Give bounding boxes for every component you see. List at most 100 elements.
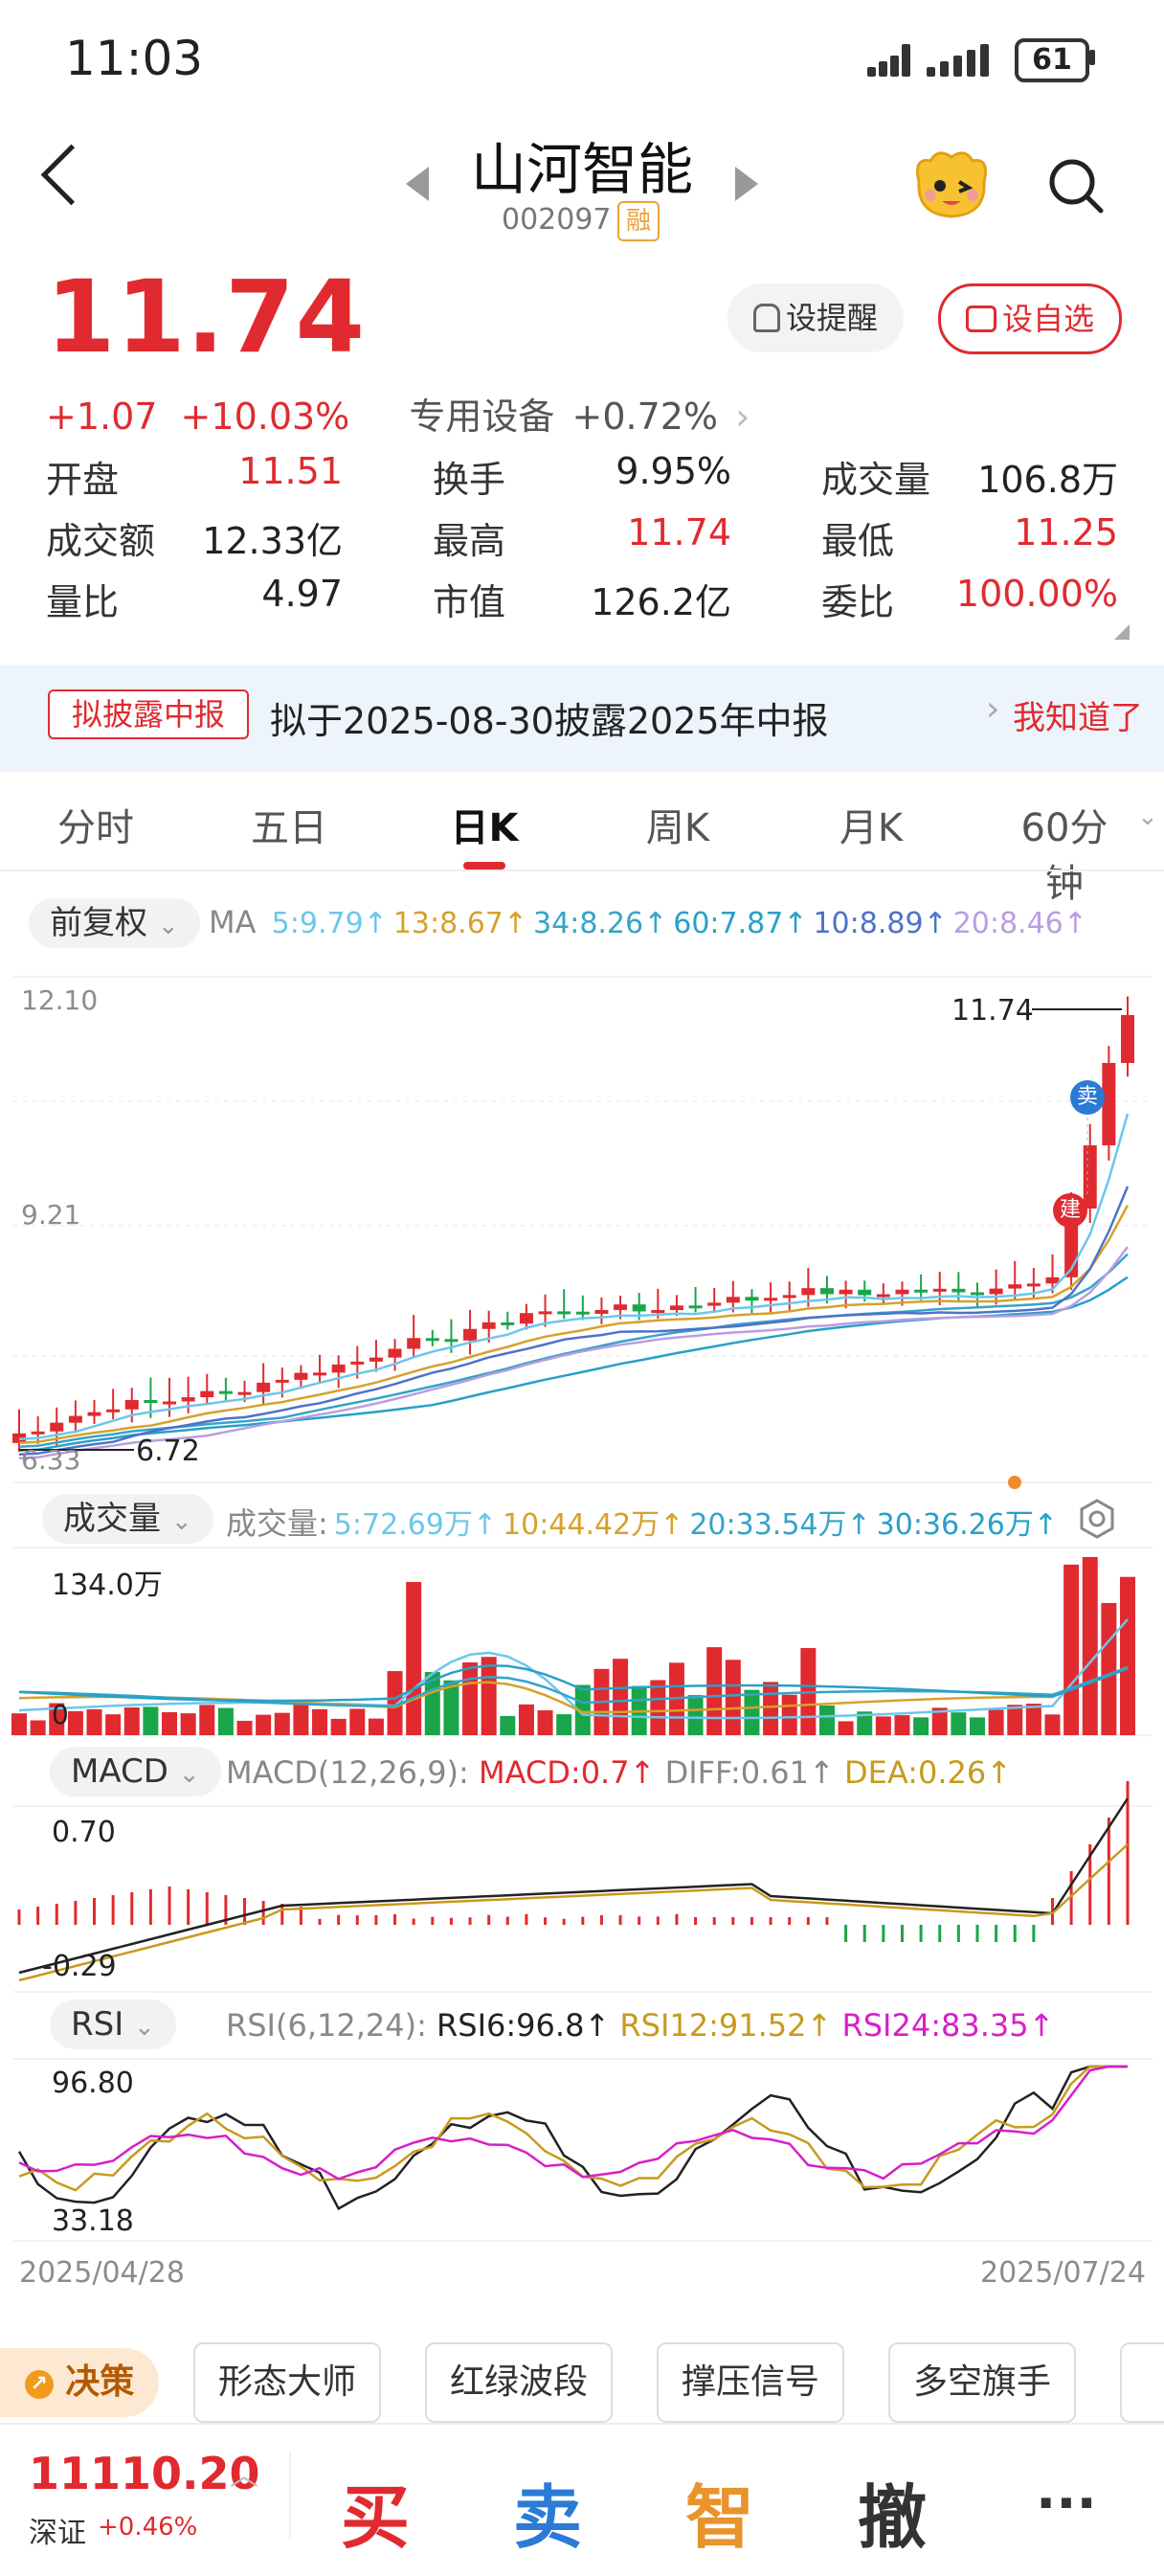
tab-1[interactable]: 五日 bbox=[232, 797, 347, 852]
volume-dropdown[interactable]: 成交量 ⌄ bbox=[42, 1494, 213, 1544]
buy-button[interactable]: 买 bbox=[341, 2461, 410, 2562]
sell-button[interactable]: 卖 bbox=[513, 2461, 582, 2562]
change-row[interactable]: +1.07 +10.03% 专用设备 +0.72% › bbox=[46, 387, 750, 440]
set-alert-label: 设提醒 bbox=[785, 300, 878, 336]
chevron-down-icon: ⌄ bbox=[170, 1507, 192, 1536]
stat-label: 最高 bbox=[433, 520, 506, 562]
tool-button[interactable]: 多空旗手 bbox=[888, 2342, 1076, 2423]
build-marker[interactable]: 建 bbox=[1053, 1193, 1087, 1228]
volume-bar bbox=[406, 1582, 422, 1735]
smart-button[interactable]: 智 bbox=[685, 2461, 754, 2562]
volume-ma-item: 5:72.69万↑ bbox=[333, 1508, 498, 1542]
search-icon[interactable] bbox=[1047, 157, 1105, 215]
battery-icon: 61 bbox=[1015, 38, 1089, 82]
candle-body bbox=[688, 1305, 703, 1309]
volume-bar bbox=[988, 1709, 1004, 1735]
volume-bar bbox=[875, 1716, 891, 1735]
price-change-pct: +10.03% bbox=[180, 395, 350, 438]
candle-body bbox=[200, 1390, 214, 1398]
candle-body bbox=[501, 1322, 515, 1325]
tool-button[interactable]: 红绿波段 bbox=[425, 2342, 613, 2423]
tab-5[interactable]: 60分钟 bbox=[1007, 797, 1122, 908]
candle-body bbox=[1121, 1015, 1134, 1063]
volume-ma-item: 10:44.42万↑ bbox=[503, 1508, 684, 1542]
candle-body bbox=[726, 1297, 740, 1303]
candle-body bbox=[614, 1304, 628, 1310]
adjust-dropdown[interactable]: 前复权 ⌄ bbox=[29, 898, 200, 948]
chevron-down-icon: ⌄ bbox=[1137, 802, 1158, 831]
ma-item: 10:8.89↑ bbox=[813, 907, 948, 940]
candle-body bbox=[858, 1289, 872, 1296]
macd-dropdown[interactable]: MACD ⌄ bbox=[50, 1747, 221, 1796]
tab-3[interactable]: 周K bbox=[620, 797, 735, 852]
candle-body bbox=[294, 1372, 308, 1380]
candle-body bbox=[669, 1305, 683, 1311]
settings-icon[interactable] bbox=[1076, 1498, 1118, 1540]
candle-body bbox=[745, 1297, 759, 1301]
volume-bar bbox=[1101, 1602, 1117, 1735]
stock-chart[interactable] bbox=[0, 967, 1164, 2327]
tab-4[interactable]: 月K bbox=[814, 797, 929, 852]
chat-icon bbox=[965, 305, 996, 332]
date-start: 2025/04/28 bbox=[19, 2256, 185, 2290]
rsi-dropdown[interactable]: RSI ⌄ bbox=[50, 2000, 176, 2049]
volume-bar bbox=[30, 1720, 46, 1735]
next-stock-icon[interactable] bbox=[735, 167, 758, 201]
volume-label: 成交量 bbox=[63, 1500, 161, 1538]
candle-body bbox=[764, 1298, 778, 1301]
volume-bar bbox=[781, 1694, 797, 1735]
volume-bar bbox=[725, 1660, 741, 1735]
candle-body bbox=[181, 1397, 195, 1402]
volume-bar bbox=[500, 1715, 516, 1735]
candle-body bbox=[707, 1302, 722, 1306]
macd-dea: DEA:0.26↑ bbox=[843, 1754, 1013, 1791]
signal-icon bbox=[867, 44, 915, 77]
tab-2[interactable]: 日K bbox=[427, 797, 542, 852]
set-alert-button[interactable]: 设提醒 bbox=[728, 283, 904, 352]
expand-corner-icon[interactable] bbox=[1114, 624, 1130, 640]
candle-body bbox=[1008, 1284, 1022, 1289]
stat-label: 市值 bbox=[433, 581, 506, 623]
candle-body bbox=[951, 1288, 966, 1293]
candle-body bbox=[407, 1338, 421, 1349]
tool-button-partial[interactable] bbox=[1120, 2342, 1164, 2423]
add-watchlist-button[interactable]: 设自选 bbox=[938, 283, 1122, 354]
volume-bar bbox=[613, 1659, 629, 1735]
tool-button[interactable]: 形态大师 bbox=[193, 2342, 381, 2423]
kline-y-mid: 9.21 bbox=[21, 1199, 81, 1231]
more-button[interactable]: ··· bbox=[1036, 2473, 1097, 2535]
chevron-right-icon: › bbox=[735, 395, 750, 438]
volume-bar bbox=[537, 1710, 553, 1735]
rsi6-value: RSI6:96.8↑ bbox=[436, 2007, 611, 2044]
ma-item: 5:9.79↑ bbox=[271, 907, 388, 940]
signal-icon-2 bbox=[927, 44, 994, 77]
macd-value: MACD:0.7↑ bbox=[478, 1754, 656, 1791]
ma-legend: MA 5:9.79↑ 13:8.67↑ 34:8.26↑ 60:7.87↑ 10:8.8… bbox=[209, 904, 1087, 940]
chevron-down-icon: ⌄ bbox=[157, 912, 179, 940]
candle-body bbox=[538, 1311, 552, 1315]
candle-body bbox=[350, 1361, 365, 1365]
index-value[interactable]: 11110.20 bbox=[29, 2448, 260, 2499]
sector-pct: +0.72% bbox=[571, 395, 719, 438]
volume-bar bbox=[162, 1711, 178, 1735]
candle-body bbox=[632, 1304, 646, 1312]
candle-body bbox=[1026, 1283, 1041, 1287]
candle-body bbox=[782, 1295, 796, 1299]
decision-button[interactable]: ↗ 决策 bbox=[0, 2348, 159, 2417]
volume-ma-item: 30:36.26万↑ bbox=[876, 1508, 1058, 1542]
macd-y-bottom: -0.29 bbox=[42, 1950, 117, 1983]
tab-0[interactable]: 分时 bbox=[38, 797, 153, 852]
candle-body bbox=[331, 1364, 346, 1373]
volume-bar bbox=[951, 1712, 967, 1735]
volume-bar bbox=[1082, 1557, 1098, 1735]
orange-dot bbox=[1008, 1476, 1021, 1489]
chevron-right-icon: › bbox=[986, 689, 1000, 729]
volume-ma-line bbox=[18, 1618, 1129, 1720]
tool-button[interactable]: 撑压信号 bbox=[657, 2342, 844, 2423]
cancel-order-button[interactable]: 撤 bbox=[858, 2461, 927, 2562]
notice-dismiss-button[interactable]: 我知道了 bbox=[1013, 691, 1143, 738]
clock: 11:03 bbox=[65, 31, 204, 86]
sell-marker[interactable]: 卖 bbox=[1070, 1080, 1105, 1115]
back-icon[interactable] bbox=[40, 144, 102, 206]
mascot-icon[interactable] bbox=[909, 144, 994, 222]
